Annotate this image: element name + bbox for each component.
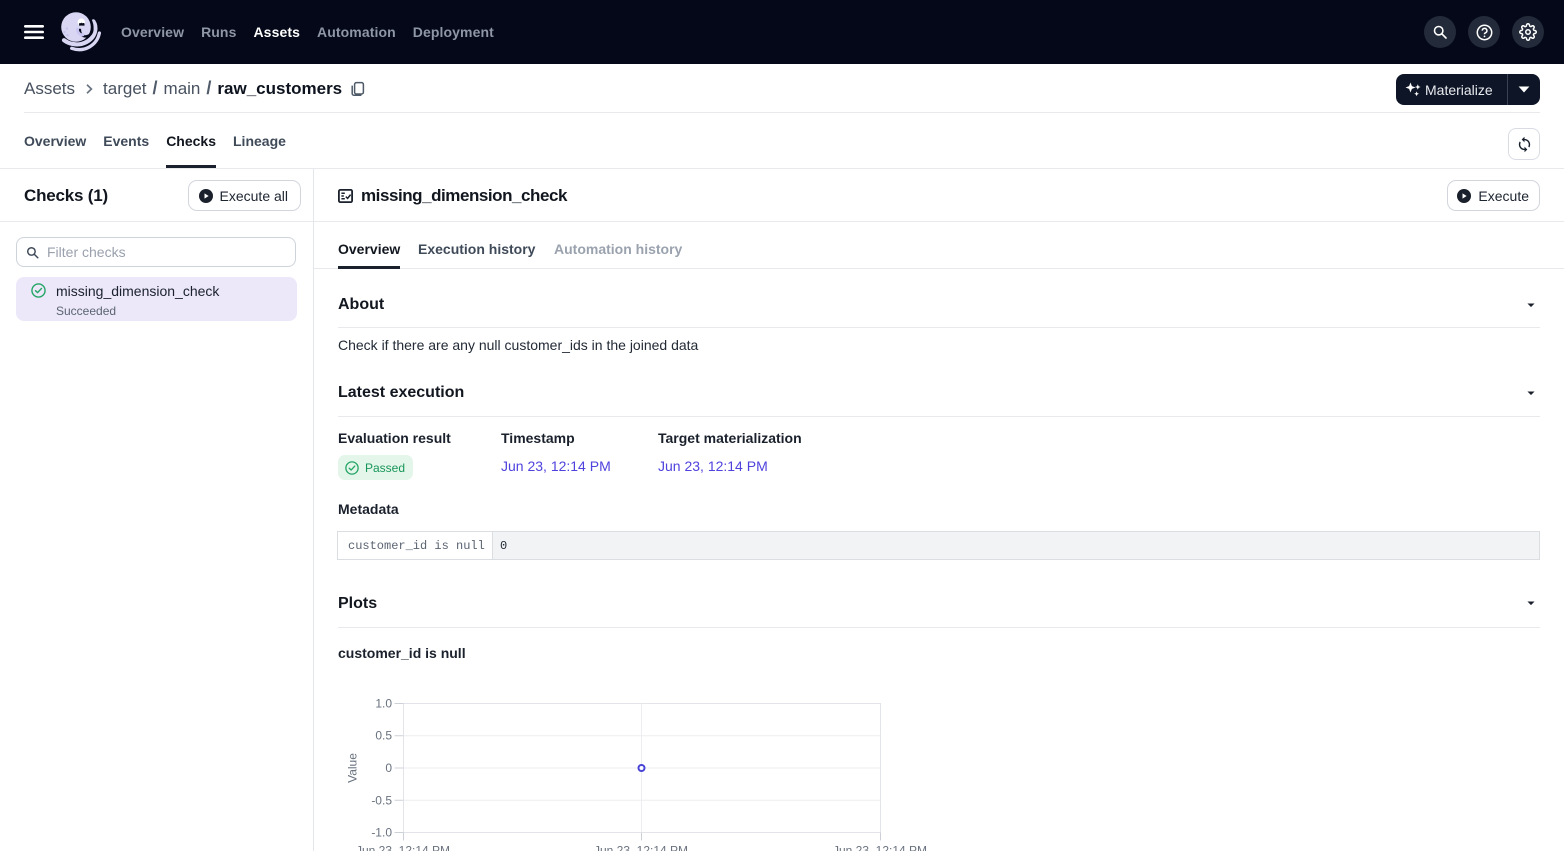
svg-text:0: 0 (385, 761, 392, 775)
svg-text:-0.5: -0.5 (371, 794, 392, 808)
svg-text:1.0: 1.0 (375, 697, 392, 711)
svg-text:Jun 23, 12:14 PM: Jun 23, 12:14 PM (833, 844, 927, 851)
svg-text:Value: Value (346, 753, 360, 783)
svg-text:Jun 23, 12:14 PM: Jun 23, 12:14 PM (356, 844, 450, 851)
svg-text:-1.0: -1.0 (371, 826, 392, 840)
svg-text:0.5: 0.5 (375, 729, 392, 743)
svg-text:Jun 23, 12:14 PM: Jun 23, 12:14 PM (594, 844, 688, 851)
